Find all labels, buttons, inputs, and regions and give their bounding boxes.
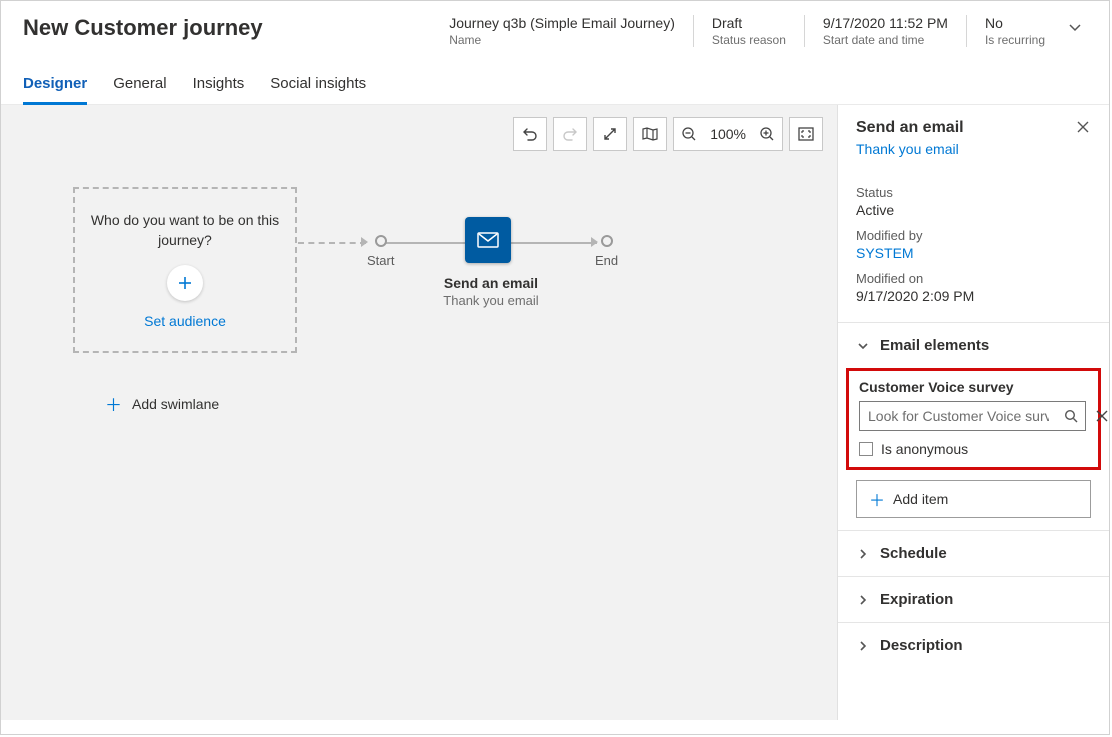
close-icon xyxy=(1077,121,1089,133)
zoom-in-icon xyxy=(759,126,775,142)
customer-voice-input[interactable] xyxy=(860,408,1057,424)
modified-on-label: Modified on xyxy=(856,271,1091,286)
email-icon xyxy=(477,232,499,248)
add-swimlane-label: Add swimlane xyxy=(132,396,219,412)
lookup-search-button[interactable] xyxy=(1057,409,1085,423)
modified-on-value: 9/17/2020 2:09 PM xyxy=(856,288,1091,304)
page-title: New Customer journey xyxy=(23,15,263,41)
tab-designer[interactable]: Designer xyxy=(23,69,87,104)
header-field-startdate-label: Start date and time xyxy=(823,33,948,47)
zoom-out-icon xyxy=(681,126,697,142)
add-audience-button[interactable] xyxy=(167,265,203,301)
section-expiration-label: Expiration xyxy=(880,591,953,608)
status-value: Active xyxy=(856,202,1091,218)
node-dot-icon xyxy=(375,235,387,247)
zoom-in-button[interactable] xyxy=(752,126,782,142)
tab-insights[interactable]: Insights xyxy=(193,69,245,104)
header-field-startdate-value: 9/17/2020 11:52 PM xyxy=(823,15,948,31)
start-node[interactable]: Start xyxy=(367,235,394,268)
is-anonymous-label: Is anonymous xyxy=(881,441,968,457)
header-expand-chevron[interactable] xyxy=(1063,15,1087,35)
designer-canvas[interactable]: 100% Who do you want to be on this journ… xyxy=(1,105,837,720)
audience-dropzone[interactable]: Who do you want to be on this journey? S… xyxy=(73,187,297,353)
header-field-status-value: Draft xyxy=(712,15,786,31)
is-anonymous-checkbox[interactable] xyxy=(859,442,873,456)
node-dot-icon xyxy=(601,235,613,247)
remove-element-button[interactable] xyxy=(1096,410,1108,422)
zoom-control: 100% xyxy=(673,117,783,151)
minimap-button[interactable] xyxy=(633,117,667,151)
modified-by-label: Modified by xyxy=(856,228,1091,243)
undo-icon xyxy=(522,126,538,142)
redo-icon xyxy=(562,126,578,142)
undo-button[interactable] xyxy=(513,117,547,151)
close-icon xyxy=(1096,410,1108,422)
section-schedule[interactable]: Schedule xyxy=(838,530,1109,576)
chevron-down-icon xyxy=(856,340,870,352)
zoom-out-button[interactable] xyxy=(674,126,704,142)
header-field-name-label: Name xyxy=(449,33,675,47)
search-icon xyxy=(1064,409,1078,423)
properties-panel: Send an email Thank you email Status Act… xyxy=(837,105,1109,720)
header-field-name-value: Journey q3b (Simple Email Journey) xyxy=(449,15,675,31)
end-label: End xyxy=(595,253,618,268)
connector-solid xyxy=(511,242,597,244)
customer-voice-label: Customer Voice survey xyxy=(859,379,1088,395)
expand-icon xyxy=(602,126,618,142)
end-node[interactable]: End xyxy=(595,235,618,268)
email-tile[interactable] xyxy=(465,217,511,263)
section-description-label: Description xyxy=(880,637,963,654)
header-field-recurring-label: Is recurring xyxy=(985,33,1045,47)
email-tile-subtitle: Thank you email xyxy=(411,293,571,308)
tab-general[interactable]: General xyxy=(113,69,166,104)
section-email-elements-label: Email elements xyxy=(880,337,989,354)
set-audience-link[interactable]: Set audience xyxy=(144,313,226,329)
header-field-recurring-value: No xyxy=(985,15,1045,31)
add-swimlane-button[interactable]: ＋ Add swimlane xyxy=(105,391,219,416)
fullscreen-button[interactable] xyxy=(789,117,823,151)
chevron-right-icon xyxy=(856,548,870,560)
zoom-value: 100% xyxy=(704,126,752,142)
add-item-button[interactable]: ＋ Add item xyxy=(856,480,1091,518)
fit-button[interactable] xyxy=(593,117,627,151)
chevron-down-icon xyxy=(1068,21,1082,35)
panel-subtitle-link[interactable]: Thank you email xyxy=(838,141,1109,169)
section-description[interactable]: Description xyxy=(838,622,1109,668)
chevron-right-icon xyxy=(856,640,870,652)
section-expiration[interactable]: Expiration xyxy=(838,576,1109,622)
status-label: Status xyxy=(856,185,1091,200)
modified-by-value[interactable]: SYSTEM xyxy=(856,245,1091,261)
panel-title: Send an email xyxy=(856,119,1075,137)
section-schedule-label: Schedule xyxy=(880,545,947,562)
connector-dashed xyxy=(298,242,366,244)
fullscreen-icon xyxy=(797,126,815,142)
start-label: Start xyxy=(367,253,394,268)
header-field-status-label: Status reason xyxy=(712,33,786,47)
customer-voice-highlight: Customer Voice survey Is anonymous xyxy=(846,368,1101,470)
add-item-label: Add item xyxy=(893,491,948,507)
panel-close-button[interactable] xyxy=(1075,119,1091,135)
chevron-right-icon xyxy=(856,594,870,606)
email-tile-title: Send an email xyxy=(411,275,571,291)
plus-icon: ＋ xyxy=(105,391,122,416)
map-icon xyxy=(641,126,659,142)
tab-social-insights[interactable]: Social insights xyxy=(270,69,366,104)
audience-question: Who do you want to be on this journey? xyxy=(87,211,283,250)
customer-voice-lookup[interactable] xyxy=(859,401,1086,431)
plus-icon xyxy=(177,275,193,291)
section-email-elements[interactable]: Email elements xyxy=(838,322,1109,368)
redo-button[interactable] xyxy=(553,117,587,151)
plus-icon: ＋ xyxy=(869,487,885,511)
